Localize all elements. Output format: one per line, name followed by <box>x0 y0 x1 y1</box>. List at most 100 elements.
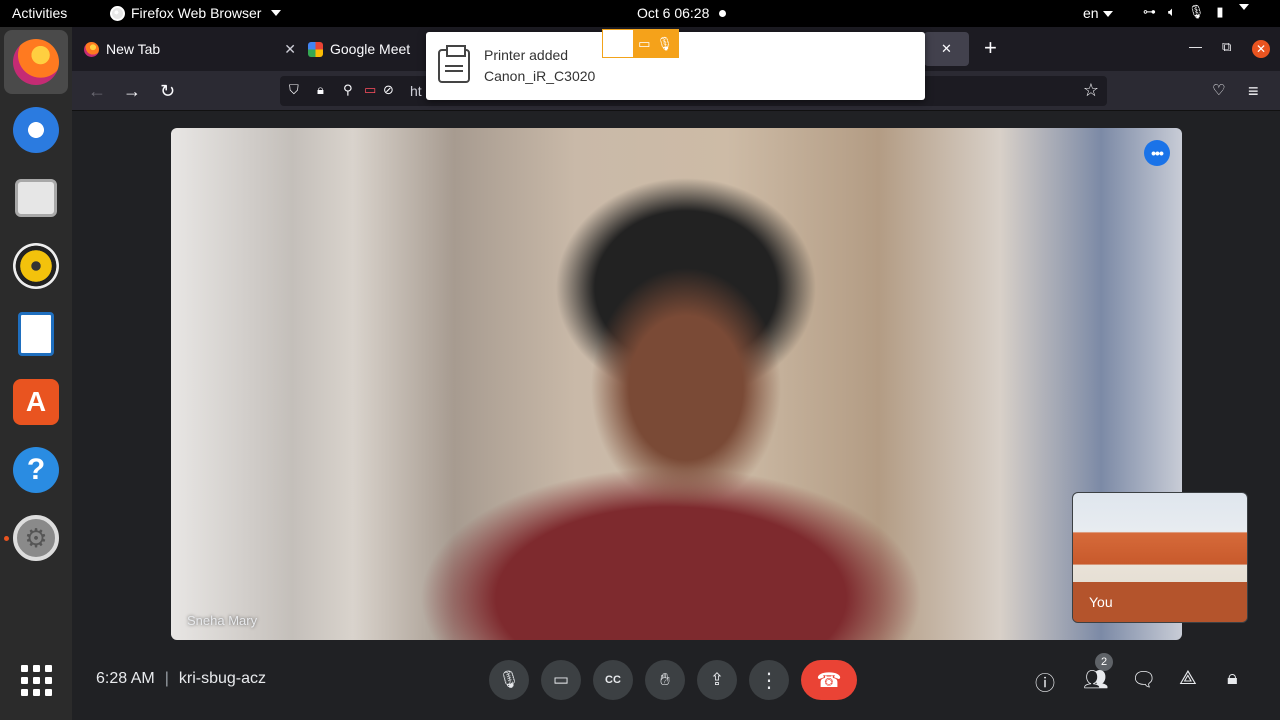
meeting-details: 6:28 AM | kri-sbug-acz <box>96 670 266 688</box>
tab-label: Google Meet <box>330 41 411 57</box>
activities-button[interactable]: ⟁ <box>1179 667 1197 690</box>
app-menu[interactable]: Firefox Web Browser <box>110 5 282 21</box>
chat-button[interactable]: 🗨︎ <box>1131 667 1156 692</box>
writer-icon <box>18 312 54 356</box>
files-icon <box>15 179 57 217</box>
back-button[interactable]: ← <box>88 81 106 101</box>
self-view-tile[interactable]: You <box>1072 492 1248 623</box>
captions-button[interactable]: CC <box>593 660 633 700</box>
lock-person-icon: 🔒︎ <box>1227 667 1238 689</box>
dock-files[interactable] <box>4 166 68 230</box>
tab-close-button[interactable]: ✕ <box>924 32 969 66</box>
system-tray[interactable]: ⊶ 🔈︎ 🎙︎ ▮ <box>1143 4 1250 20</box>
shapes-icon: ⟁ <box>1179 667 1197 689</box>
raise-hand-icon: ✋︎ <box>660 670 670 689</box>
meeting-info-button[interactable]: ⓘ <box>1035 667 1055 696</box>
thunderbird-icon <box>13 107 59 153</box>
settings-gear-icon: ⚙ <box>13 515 59 561</box>
camera-icon: ▭ <box>638 35 651 51</box>
raise-hand-button[interactable]: ✋︎ <box>645 660 685 700</box>
camera-sharing-icon[interactable]: ▭ <box>364 82 376 98</box>
language-label: en <box>1083 5 1099 21</box>
notification-body: Canon_iR_C3020 <box>484 68 596 84</box>
firefox-icon <box>13 39 59 85</box>
microphone-button[interactable]: 🎙︎ <box>489 660 529 700</box>
meet-page: Sneha Mary ••• You 6:28 AM | kri-sbug-ac… <box>72 111 1280 720</box>
sharing-indicator-status: ▭ 🎙︎ <box>633 30 678 57</box>
more-options-button[interactable]: ⋮ <box>749 660 789 700</box>
rhythmbox-icon <box>13 243 59 289</box>
sharing-indicator-drag-handle[interactable] <box>603 30 633 57</box>
captions-icon: CC <box>605 674 621 686</box>
language-selector[interactable]: en <box>1083 5 1113 21</box>
window-close-button[interactable]: ✕ <box>1252 40 1270 58</box>
leave-call-button[interactable]: ☎︎ <box>801 660 857 700</box>
activities-button[interactable]: Activities <box>12 5 67 21</box>
show-apps-button[interactable] <box>4 648 68 712</box>
notification-title: Printer added <box>484 47 569 63</box>
main-video-tile[interactable]: Sneha Mary ••• <box>171 128 1182 640</box>
new-tab-button[interactable]: + <box>984 36 997 60</box>
hangup-icon: ☎︎ <box>816 669 842 692</box>
meeting-time: 6:28 AM <box>96 670 155 687</box>
microphone-icon: 🎙︎ <box>498 670 520 689</box>
url-text: ht <box>410 83 422 99</box>
printer-icon <box>438 45 470 83</box>
chevron-down-icon <box>271 10 282 16</box>
present-screen-button[interactable]: ⇪ <box>697 660 737 700</box>
forward-button[interactable]: → <box>123 81 141 101</box>
dock-settings[interactable]: ⚙ <box>4 506 68 570</box>
participant-name: Sneha Mary <box>187 613 258 628</box>
clock[interactable]: Oct 6 06:28 <box>637 5 727 21</box>
shield-icon[interactable]: ⛉ <box>289 82 299 98</box>
people-icon: 👥︎ <box>1083 669 1109 691</box>
meet-icon <box>308 41 323 57</box>
tab-google-meet[interactable]: Google Meet <box>308 33 428 65</box>
camera-button[interactable]: ▭ <box>541 660 581 700</box>
help-icon: ? <box>13 447 59 493</box>
info-icon: ⓘ <box>1035 673 1055 695</box>
permissions-icon[interactable]: ⚲ <box>343 82 353 98</box>
firefox-icon <box>110 5 125 21</box>
meeting-code: kri-sbug-acz <box>178 670 266 687</box>
more-vert-icon: ⋮ <box>759 669 779 692</box>
reload-button[interactable]: ↻ <box>160 81 175 101</box>
chevron-down-icon <box>1102 11 1113 18</box>
chat-icon: 🗨︎ <box>1131 669 1157 691</box>
app-menu-label: Firefox Web Browser <box>131 5 262 21</box>
clock-label: Oct 6 06:28 <box>637 5 710 21</box>
dock-software[interactable]: A <box>4 370 68 434</box>
dock-firefox[interactable] <box>4 30 68 94</box>
microphone-icon: 🎙︎ <box>656 35 673 51</box>
microphone-icon: 🎙︎ <box>1187 4 1205 19</box>
present-icon: ⇪ <box>709 670 725 689</box>
participants-button[interactable]: 👥︎ <box>1083 667 1108 692</box>
dock-rhythmbox[interactable] <box>4 234 68 298</box>
battery-icon: ▮ <box>1216 4 1224 19</box>
chevron-down-icon <box>1239 4 1250 10</box>
notification-dot-icon <box>719 9 727 17</box>
close-icon[interactable]: ✕ <box>284 41 296 58</box>
tab-label: New Tab <box>106 41 161 57</box>
separator: | <box>164 670 169 687</box>
tab-new-tab[interactable]: New Tab ✕ <box>84 33 296 65</box>
dock-help[interactable]: ? <box>4 438 68 502</box>
dock-thunderbird[interactable] <box>4 98 68 162</box>
minimize-button[interactable]: — <box>1189 39 1202 54</box>
firefox-icon <box>84 41 99 57</box>
sharing-indicator[interactable]: ▭ 🎙︎ <box>602 29 679 58</box>
more-options-icon[interactable]: ••• <box>1144 140 1170 166</box>
app-grid-icon <box>20 664 52 696</box>
pocket-icon[interactable]: ♡ <box>1212 81 1225 101</box>
host-controls-button[interactable]: 🔒︎ <box>1227 667 1238 690</box>
maximize-button[interactable]: ⧉ <box>1222 39 1231 55</box>
menu-icon[interactable]: ≡ <box>1248 81 1259 101</box>
volume-icon: 🔈︎ <box>1168 4 1176 19</box>
system-top-bar: Activities Firefox Web Browser Oct 6 06:… <box>0 0 1280 27</box>
autoplay-blocked-icon[interactable]: ⊘ <box>383 82 394 98</box>
dock-writer[interactable] <box>4 302 68 366</box>
network-icon: ⊶ <box>1143 4 1156 19</box>
bookmark-star-icon[interactable]: ☆ <box>1083 80 1099 101</box>
lock-icon[interactable]: 🔒︎ <box>317 82 324 98</box>
dock: A ? ⚙ <box>0 27 72 720</box>
